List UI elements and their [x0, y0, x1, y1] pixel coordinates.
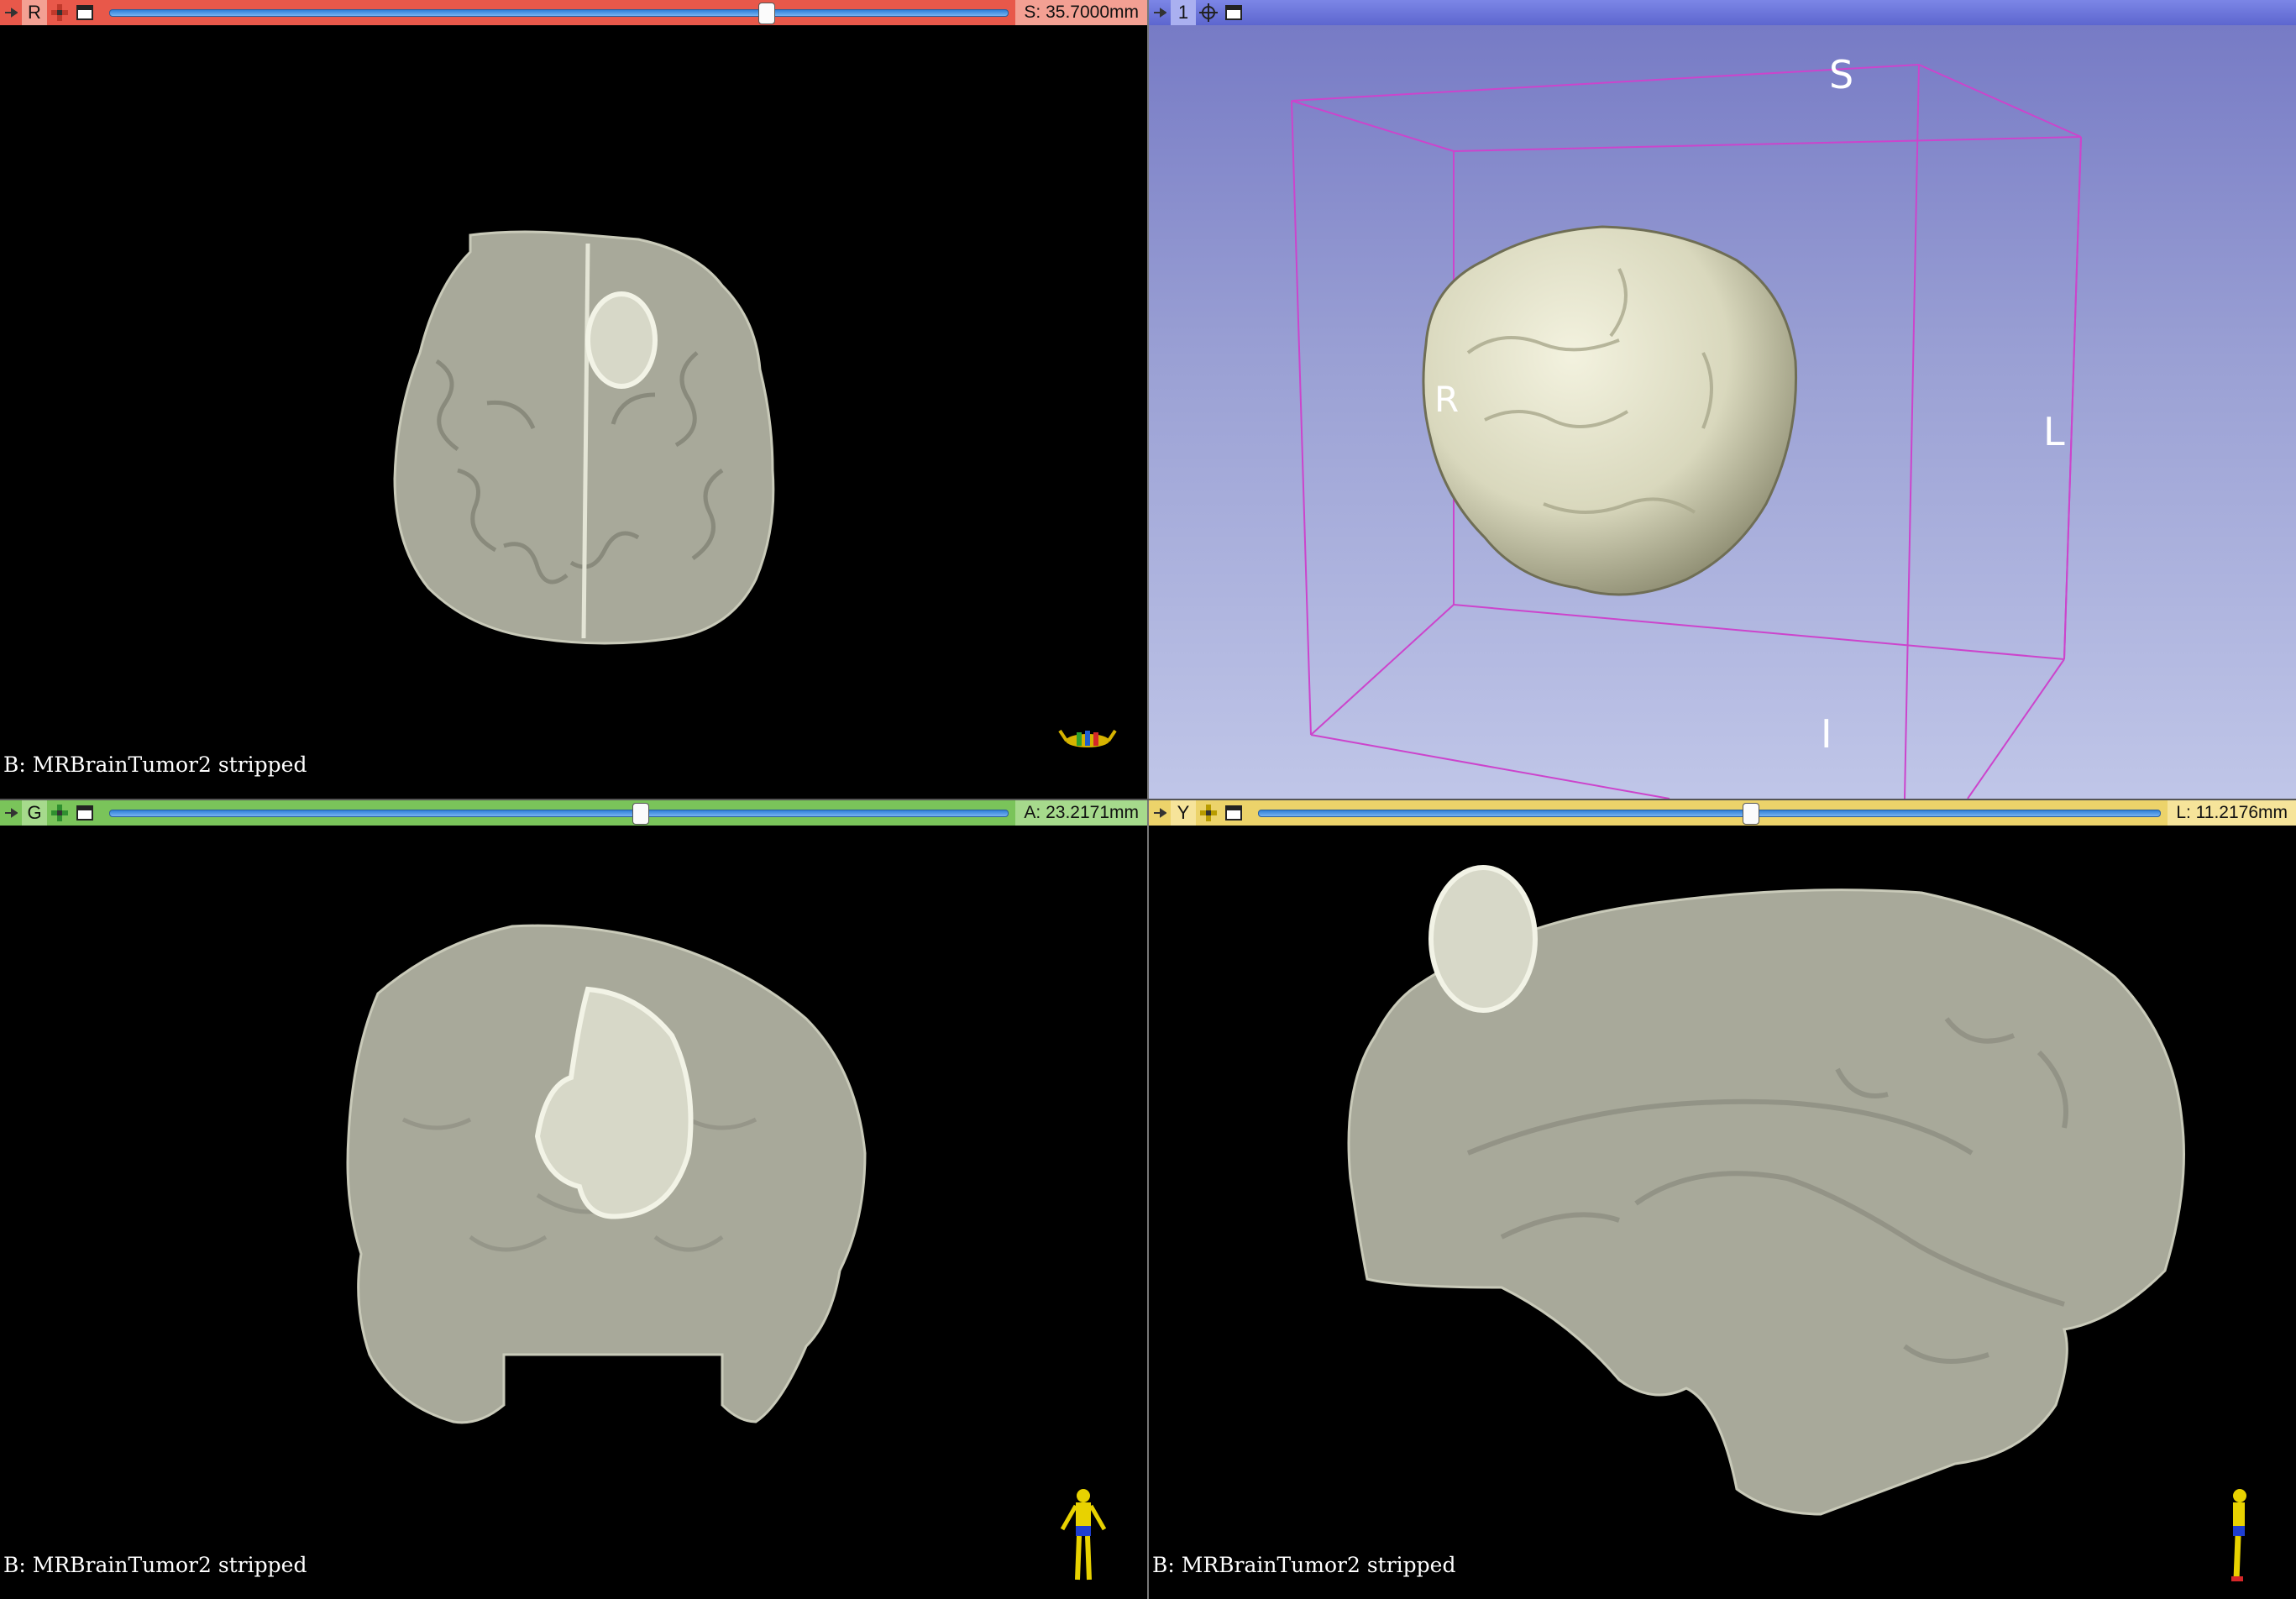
slice-offset-value: A: 23.2171mm [1015, 800, 1147, 826]
human-orientation-marker-icon [1060, 1489, 1107, 1581]
orientation-right: R [1434, 379, 1459, 420]
axial-slice-image[interactable] [0, 0, 1147, 799]
crosshair-link-icon[interactable] [47, 800, 72, 826]
view-letter: 1 [1171, 0, 1196, 25]
background-volume-label: B: MRBrainTumor2 stripped [1152, 1553, 1456, 1577]
maximize-window-icon[interactable] [72, 800, 97, 826]
view-letter: Y [1171, 800, 1196, 826]
view-letter: G [22, 800, 47, 826]
yellow-slice-view[interactable]: Y L: 11.2176mm B: MRBrainTumor2 stripped [1149, 800, 2296, 1599]
orientation-marker-icon [1058, 729, 1117, 747]
slider-thumb[interactable] [758, 3, 776, 24]
human-side-orientation-marker-icon [2231, 1489, 2246, 1581]
slice-offset-slider[interactable] [1258, 800, 2162, 826]
orientation-inferior: I [1821, 711, 1832, 757]
slice-offset-slider[interactable] [109, 800, 1009, 826]
maximize-window-icon[interactable] [1221, 0, 1246, 25]
pin-icon[interactable] [1149, 0, 1171, 25]
slice-offset-slider[interactable] [109, 0, 1009, 25]
slice-offset-value: S: 35.7000mm [1015, 0, 1147, 25]
background-volume-label: B: MRBrainTumor2 stripped [3, 1553, 307, 1577]
horizontal-view-divider[interactable] [0, 799, 2296, 800]
slider-track[interactable] [109, 9, 1009, 17]
orientation-superior: S [1829, 52, 1853, 97]
slider-track[interactable] [1258, 810, 2162, 817]
orientation-left: L [2043, 409, 2065, 454]
sagittal-slice-image[interactable] [1149, 800, 2296, 1599]
slider-track[interactable] [109, 810, 1009, 817]
center-view-icon[interactable] [1196, 0, 1221, 25]
slice-offset-value: L: 11.2176mm [2168, 800, 2296, 826]
3d-view[interactable]: S R L I 1 [1149, 0, 2296, 799]
crosshair-link-icon[interactable] [1196, 800, 1221, 826]
view-letter: R [22, 0, 47, 25]
pin-icon[interactable] [0, 0, 22, 25]
slider-thumb[interactable] [1743, 803, 1760, 825]
red-slice-controller: R S: 35.7000mm [0, 0, 1147, 25]
background-volume-label: B: MRBrainTumor2 stripped [3, 752, 307, 777]
red-slice-view[interactable]: R S: 35.7000mm B: MRBrainTumor2 stripped [0, 0, 1147, 799]
maximize-window-icon[interactable] [72, 0, 97, 25]
3d-view-controller: 1 [1149, 0, 2296, 25]
yellow-slice-controller: Y L: 11.2176mm [1149, 800, 2296, 826]
green-slice-view[interactable]: G A: 23.2171mm B: MRBrainTumor2 stripped [0, 800, 1147, 1599]
coronal-slice-image[interactable] [0, 800, 1147, 1599]
maximize-window-icon[interactable] [1221, 800, 1246, 826]
green-slice-controller: G A: 23.2171mm [0, 800, 1147, 826]
pin-icon[interactable] [0, 800, 22, 826]
crosshair-link-icon[interactable] [47, 0, 72, 25]
brain-surface-model[interactable] [1422, 225, 1798, 596]
3d-render[interactable]: S R L I [1149, 0, 2296, 799]
pin-icon[interactable] [1149, 800, 1171, 826]
slider-thumb[interactable] [632, 803, 650, 825]
